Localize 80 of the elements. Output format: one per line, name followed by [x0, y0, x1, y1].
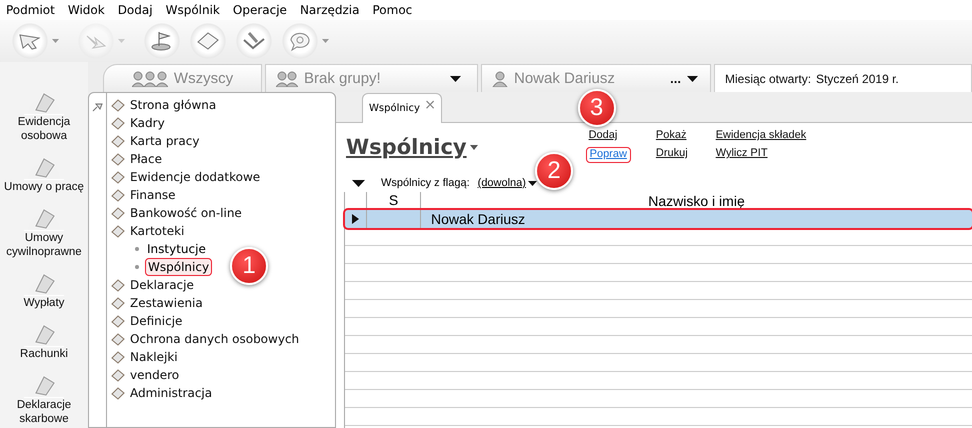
- caret-icon: [118, 39, 125, 43]
- caret-icon: [470, 144, 478, 150]
- module-icon: [111, 134, 125, 148]
- step-badge: 1: [230, 247, 268, 285]
- action-link[interactable]: Wylicz PIT: [712, 147, 810, 163]
- table-row[interactable]: Nowak Dariusz: [345, 210, 972, 228]
- tree-item[interactable]: vendero: [111, 366, 300, 384]
- tree-item[interactable]: Bankowość on-line: [111, 204, 300, 222]
- menu-item[interactable]: Dodaj: [118, 3, 153, 17]
- module-icon: [111, 170, 125, 184]
- close-button[interactable]: ×: [424, 97, 436, 113]
- module-label[interactable]: Rachunki: [0, 347, 88, 361]
- page-title[interactable]: Wspólnicy: [346, 133, 478, 161]
- person-dropdown[interactable]: Nowak Dariusz ...: [481, 64, 711, 92]
- module-icon: [111, 332, 125, 346]
- action-link[interactable]: Ewidencja składek: [712, 129, 810, 145]
- people-icon: [132, 70, 168, 86]
- toolbar-button[interactable]: [190, 23, 226, 59]
- collapse-icon[interactable]: [352, 180, 365, 186]
- step-badge: 2: [535, 152, 573, 190]
- caret-icon: [322, 39, 329, 43]
- people-icon: [276, 70, 298, 86]
- module-icon: [111, 206, 125, 220]
- menu-item[interactable]: Operacje: [232, 3, 287, 17]
- dropdown-icon: [450, 76, 461, 82]
- action-link[interactable]: Pokaż: [652, 129, 691, 145]
- tree-item[interactable]: Naklejki: [111, 348, 300, 366]
- tree-item[interactable]: Strona główna: [111, 96, 300, 114]
- month-value: Styczeń 2019 r.: [816, 72, 899, 86]
- filter-dropdown[interactable]: (dowolna): [478, 177, 537, 189]
- menu-item[interactable]: Wspólnik: [166, 3, 220, 17]
- caret-icon: [52, 39, 59, 43]
- dropdown-icon: [687, 76, 698, 82]
- tree-item[interactable]: Definicje: [111, 312, 300, 330]
- tree-item[interactable]: Ochrona danych osobowych: [111, 330, 300, 348]
- toolbar-button[interactable]: [144, 23, 180, 59]
- tree-item[interactable]: Kartoteki: [111, 222, 300, 240]
- menu-item[interactable]: Widok: [68, 3, 105, 17]
- menu-item[interactable]: Narzędzia: [300, 3, 360, 17]
- tree-item[interactable]: Finanse: [111, 186, 300, 204]
- module-icon: [111, 98, 125, 112]
- module-label[interactable]: Umowy o pracę: [0, 180, 88, 194]
- row-pointer-icon: [352, 214, 359, 224]
- document-tab[interactable]: Wspólnicy ×: [362, 93, 442, 123]
- module-icon: [111, 296, 125, 310]
- module-icon: [111, 188, 125, 202]
- module-icon: [111, 350, 125, 364]
- caret-icon: [528, 180, 537, 186]
- bullet-icon: [135, 265, 139, 269]
- tree-item[interactable]: Ewidencje dodatkowe: [111, 168, 300, 186]
- tree-item[interactable]: Instytucje: [145, 241, 208, 257]
- module-icon: [111, 314, 125, 328]
- menu-item[interactable]: Podmiot: [6, 3, 55, 17]
- table-cell-text: Nowak Dariusz: [430, 211, 526, 227]
- tree-item[interactable]: Administracja: [111, 384, 300, 402]
- module-icon: [111, 368, 125, 382]
- column-header[interactable]: Nazwisko i imię: [421, 193, 972, 209]
- tree-item[interactable]: Kadry: [111, 114, 300, 132]
- tree-item[interactable]: Karta pracy: [111, 132, 300, 150]
- pin-icon[interactable]: [90, 101, 104, 113]
- module-label[interactable]: Ewidencja osobowa: [0, 115, 88, 143]
- toolbar-button[interactable]: [236, 23, 272, 59]
- module-icon: [111, 152, 125, 166]
- filter-label: Wspólnicy z flagą:: [381, 177, 470, 189]
- tree-item[interactable]: Zestawienia: [111, 294, 300, 312]
- module-label[interactable]: Wypłaty: [0, 296, 88, 310]
- module-icon: [111, 224, 125, 238]
- month-label: Miesiąc otwarty:: [725, 72, 812, 86]
- module-icon: [111, 116, 125, 130]
- action-link[interactable]: Drukuj: [652, 147, 691, 163]
- tree-item[interactable]: Płace: [111, 150, 300, 168]
- menu-item[interactable]: Pomoc: [372, 3, 412, 17]
- module-icon: [111, 386, 125, 400]
- action-link[interactable]: Dodaj: [586, 129, 631, 145]
- action-link[interactable]: Popraw: [586, 147, 631, 163]
- person-icon: [492, 70, 508, 86]
- module-label[interactable]: Umowy cywilnoprawne: [0, 231, 88, 259]
- bullet-icon: [135, 247, 139, 251]
- module-icon: [111, 278, 125, 292]
- module-label[interactable]: Deklaracje skarbowe: [0, 398, 88, 426]
